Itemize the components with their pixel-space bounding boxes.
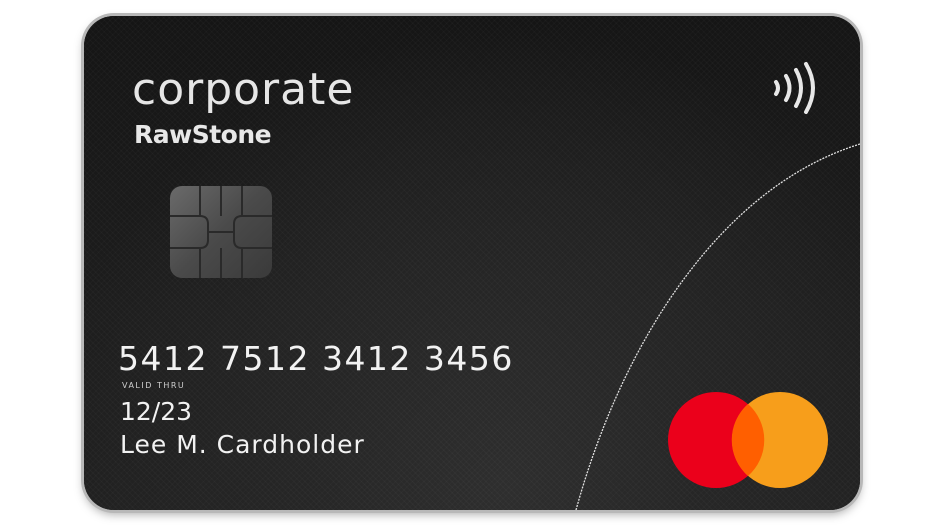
valid-thru-label: VALID THRU [122,381,186,390]
contactless-icon [774,62,815,114]
brand-corporate-wordmark: corporate [132,64,355,115]
emv-chip-icon [170,186,272,278]
brand-rawstone-wordmark: RawStone [134,120,272,149]
expiry-date: 12/23 [120,397,193,426]
mastercard-logo [668,392,828,488]
cardholder-name: Lee M. Cardholder [120,430,365,459]
card-number: 5412 7512 3412 3456 [118,339,514,378]
payment-card: corporate RawStone 5412 7512 3412 3456 V… [84,16,860,510]
